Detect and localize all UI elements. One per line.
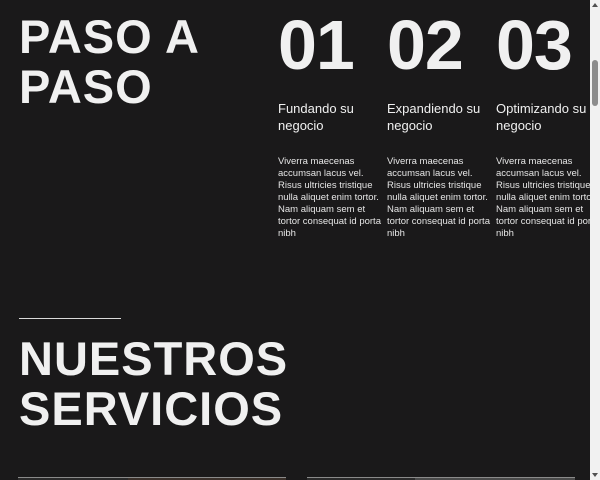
page: PASO A PASO 01 Fundando su negocio Viver…	[0, 0, 590, 480]
step-1: 01 Fundando su negocio Viverra maecenas …	[278, 6, 381, 239]
scroll-down-arrow-icon[interactable]	[592, 473, 598, 477]
section-divider	[19, 318, 121, 319]
process-heading: PASO A PASO	[19, 10, 199, 113]
step-3: 03 Optimizando su negocio Viverra maecen…	[496, 6, 590, 239]
scrollbar-thumb[interactable]	[592, 60, 598, 106]
step-number: 02	[387, 6, 464, 84]
services-heading: NUESTROS SERVICIOS	[19, 332, 289, 435]
step-number: 01	[278, 6, 355, 84]
step-description: Viverra maecenas accumsan lacus vel. Ris…	[496, 156, 590, 239]
step-2: 02 Expandiendo su negocio Viverra maecen…	[387, 6, 490, 239]
scroll-up-arrow-icon[interactable]	[592, 3, 598, 7]
step-description: Viverra maecenas accumsan lacus vel. Ris…	[278, 156, 381, 239]
step-description: Viverra maecenas accumsan lacus vel. Ris…	[387, 156, 490, 239]
step-title: Expandiendo su negocio	[387, 101, 481, 133]
vertical-scrollbar[interactable]	[590, 0, 600, 480]
step-title: Fundando su negocio	[278, 101, 354, 133]
step-title: Optimizando su negocio	[496, 101, 587, 133]
step-number: 03	[496, 6, 573, 84]
